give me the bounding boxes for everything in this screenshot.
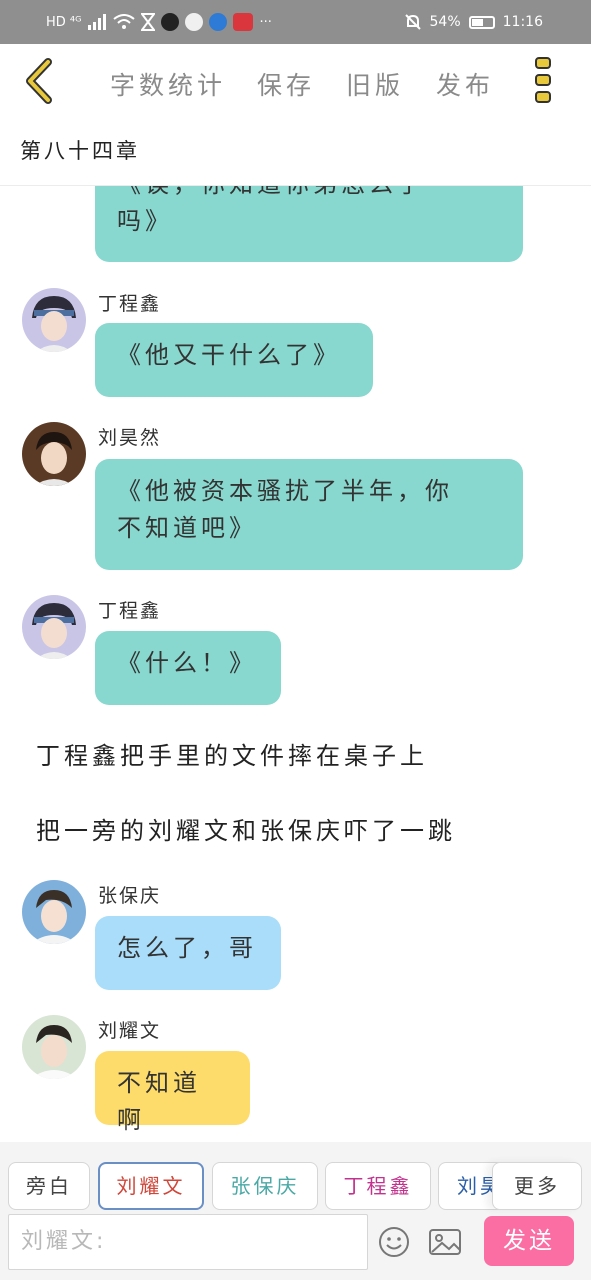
status-left: HD ⁴ᴳ ··· — [46, 10, 272, 34]
character-chip-ding-chengxin[interactable]: 丁程鑫 — [325, 1162, 431, 1210]
character-chip-liu-yaowen[interactable]: 刘耀文 — [98, 1162, 204, 1210]
message-bubble[interactable]: 怎么了，哥 — [95, 916, 281, 990]
message-text: 怎么了，哥 — [117, 934, 257, 962]
status-right: 54% 11:16 — [404, 10, 543, 34]
message-bubble[interactable]: 《他被资本骚扰了半年，你 不知道吧》 — [95, 459, 523, 570]
image-icon[interactable] — [428, 1226, 462, 1258]
clock: 11:16 — [502, 14, 543, 30]
mute-bell-icon — [404, 14, 421, 30]
compose-panel: 旁白 刘耀文 张保庆 丁程鑫 刘昊 更多 刘耀文: 发送 — [0, 1142, 591, 1280]
message-text-line: 不知道吧》 — [117, 514, 257, 542]
narration-text[interactable]: 把一旁的刘耀文和张保庆吓了一跳 — [36, 811, 456, 846]
avatar[interactable] — [22, 595, 86, 659]
speaker-name: 刘昊然 — [98, 427, 162, 449]
more-notifications-icon: ··· — [259, 14, 272, 30]
message-bubble[interactable]: 《诶，你知道你弟怎么了 吗》 — [95, 186, 523, 262]
battery-level: 54% — [429, 14, 461, 30]
chapter-title[interactable]: 第八十四章 — [20, 135, 140, 165]
message-bubble[interactable]: 《什么！》 — [95, 631, 281, 705]
word-count-button[interactable]: 字数统计 — [110, 66, 226, 102]
qq-icon — [161, 13, 180, 31]
battery-icon — [468, 15, 495, 29]
avatar-image — [22, 880, 86, 944]
avatar[interactable] — [22, 288, 86, 352]
speaker-name: 刘耀文 — [98, 1020, 162, 1042]
message-text-line: 吗》 — [117, 207, 173, 235]
status-bar: HD ⁴ᴳ ··· 54% 11:16 — [0, 0, 591, 44]
hourglass-icon — [141, 13, 156, 31]
message-text: 不知道啊 — [117, 1069, 201, 1134]
message-input[interactable]: 刘耀文: — [8, 1214, 368, 1270]
avatar-image — [22, 288, 86, 352]
emoji-icon[interactable] — [378, 1226, 410, 1258]
more-characters-button[interactable]: 更多 — [492, 1162, 582, 1210]
avatar-image — [22, 1015, 86, 1079]
message-bubble[interactable]: 《他又干什么了》 — [95, 323, 373, 397]
avatar-image — [22, 422, 86, 486]
save-button[interactable]: 保存 — [257, 66, 315, 102]
avatar[interactable] — [22, 1015, 86, 1079]
message-text-line: 《诶，你知道你弟怎么了 — [117, 186, 501, 203]
back-chevron-icon[interactable] — [18, 56, 62, 106]
speaker-name: 丁程鑫 — [98, 293, 162, 315]
publish-button[interactable]: 发布 — [436, 66, 494, 102]
speaker-name: 丁程鑫 — [98, 600, 162, 622]
avatar[interactable] — [22, 880, 86, 944]
message-text: 《什么！》 — [117, 649, 257, 677]
chat-area[interactable]: 《诶，你知道你弟怎么了 吗》 丁程鑫 《他又干什么了》 刘昊然 《他被资本骚扰了… — [0, 186, 591, 1142]
huawei-icon — [233, 13, 254, 31]
narration-text[interactable]: 丁程鑫把手里的文件摔在桌子上 — [36, 736, 428, 771]
send-button[interactable]: 发送 — [484, 1216, 574, 1266]
speaker-name: 张保庆 — [98, 885, 162, 907]
wechat-icon — [185, 13, 204, 31]
network-indicator: HD ⁴ᴳ — [46, 14, 82, 30]
vertical-dots-icon[interactable] — [531, 56, 557, 106]
character-chip-narrator[interactable]: 旁白 — [8, 1162, 90, 1210]
message-text: 《他又干什么了》 — [117, 341, 341, 369]
wifi-icon — [113, 14, 136, 29]
top-toolbar: 字数统计 保存 旧版 发布 — [0, 44, 591, 120]
browser-icon — [209, 13, 228, 31]
avatar-image — [22, 595, 86, 659]
character-chip-zhang-baoqing[interactable]: 张保庆 — [212, 1162, 318, 1210]
message-text-line: 《他被资本骚扰了半年，你 — [117, 477, 453, 505]
avatar[interactable] — [22, 422, 86, 486]
signal-icon — [88, 14, 107, 30]
message-bubble[interactable]: 不知道啊 — [95, 1051, 250, 1134]
old-version-button[interactable]: 旧版 — [346, 66, 404, 102]
